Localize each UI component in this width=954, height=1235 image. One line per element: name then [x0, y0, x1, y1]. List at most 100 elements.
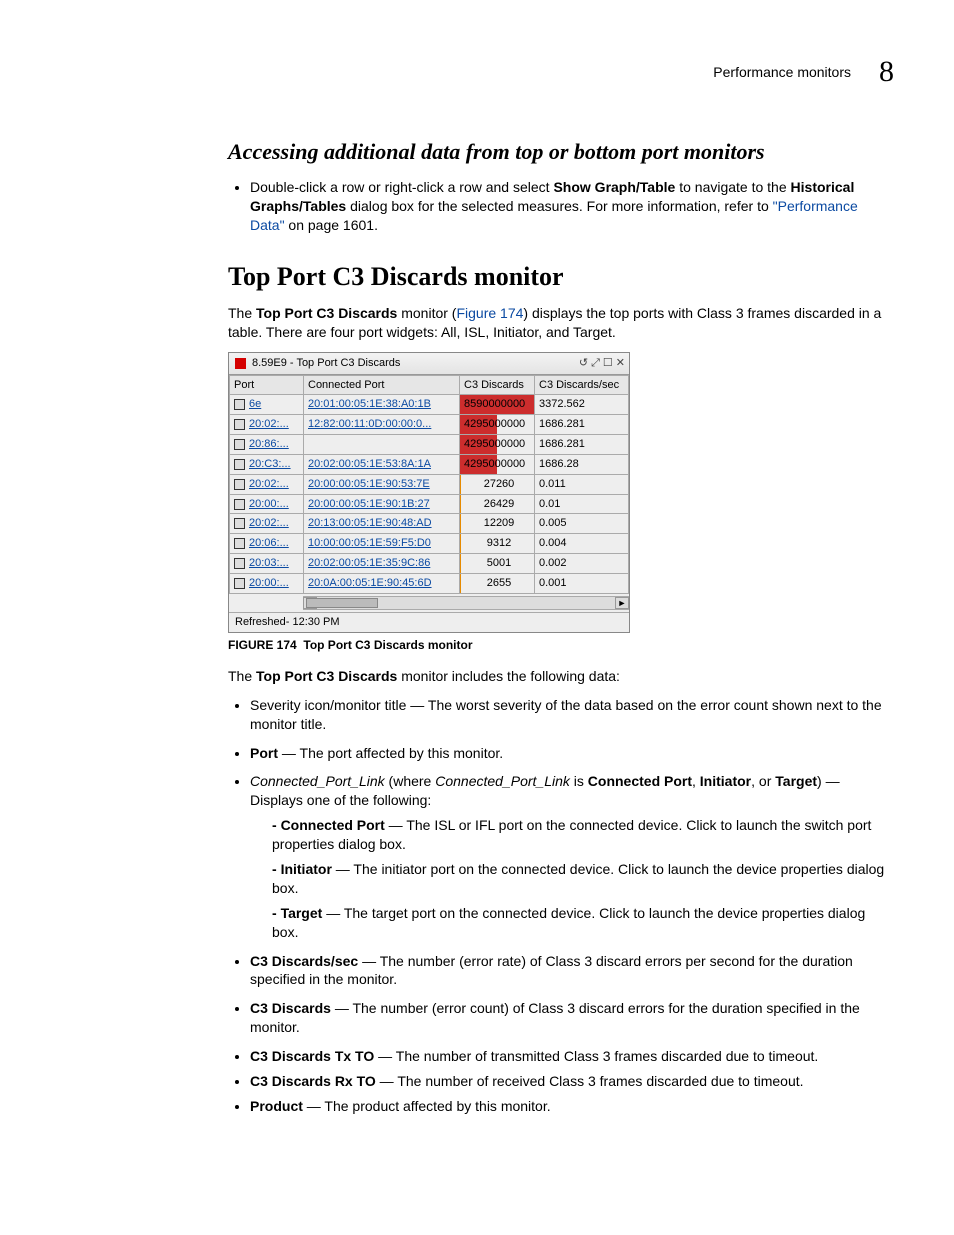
port-link[interactable]: 20:03:...: [249, 556, 289, 571]
text: The: [228, 305, 256, 321]
close-icon[interactable]: ✕: [616, 356, 625, 371]
discards-cell: 26429: [460, 494, 535, 514]
nav-instruction: Double-click a row or right-click a row …: [250, 178, 894, 235]
discards-value: 8590000000: [460, 397, 534, 412]
table-row[interactable]: 20:02:... 20:13:00:05:1E:90:48:AD 122090.0…: [230, 514, 629, 534]
text: dialog box for the selected measures. Fo…: [346, 198, 772, 214]
discards-value: 2655: [460, 576, 534, 591]
table-row[interactable]: 20:86:...42950000001686.281: [230, 435, 629, 455]
port-link[interactable]: 20:06:...: [249, 536, 289, 551]
port-link[interactable]: 20:C3:...: [249, 457, 291, 472]
table-row[interactable]: 6e 20:01:00:05:1E:38:A0:1B 85900000003372.…: [230, 395, 629, 415]
connected-port-link[interactable]: 20:01:00:05:1E:38:A0:1B: [308, 398, 431, 410]
discards-cell: 27260: [460, 474, 535, 494]
running-head: Performance monitors 8: [96, 52, 894, 93]
text: Double-click a row or right-click a row …: [250, 179, 553, 195]
section-heading: Top Port C3 Discards monitor: [228, 259, 894, 294]
desc: — The target port on the connected devic…: [272, 905, 865, 940]
rate-cell: 3372.562: [535, 395, 629, 415]
table-row[interactable]: 20:C3:... 20:02:00:05:1E:53:8A:1A 42950000…: [230, 454, 629, 474]
discards-cell: 4295000000: [460, 454, 535, 474]
connected-port-cell: 20:00:00:05:1E:90:1B:27: [304, 494, 460, 514]
connected-port-cell: 20:00:00:05:1E:90:53:7E: [304, 474, 460, 494]
port-link[interactable]: 20:02:...: [249, 516, 289, 531]
data-item-rxto: C3 Discards Rx TO — The number of receiv…: [250, 1072, 894, 1091]
port-link[interactable]: 20:00:...: [249, 576, 289, 591]
figure-label: FIGURE 174: [228, 638, 297, 652]
widget-toolbar: ↺ ⤢ ☐ ✕: [579, 356, 625, 371]
subitem-target: Target — The target port on the connecte…: [272, 904, 894, 942]
term: Product: [250, 1098, 303, 1114]
connected-port-cell: 10:00:00:05:1E:59:F5:D0: [304, 534, 460, 554]
port-link[interactable]: 6e: [249, 397, 261, 412]
port-icon: [234, 558, 245, 569]
port-cell: 20:C3:...: [230, 454, 304, 474]
table-row[interactable]: 20:03:... 20:02:00:05:1E:35:9C:86 50010.00…: [230, 554, 629, 574]
port-cell: 20:02:...: [230, 415, 304, 435]
connected-port-link[interactable]: 20:02:00:05:1E:53:8A:1A: [308, 458, 431, 470]
connected-port-link[interactable]: 20:00:00:05:1E:90:53:7E: [308, 478, 430, 490]
port-link[interactable]: 20:02:...: [249, 477, 289, 492]
rate-cell: 0.002: [535, 554, 629, 574]
port-cell: 6e: [230, 395, 304, 415]
scroll-thumb[interactable]: [306, 598, 378, 608]
discards-value: 27260: [460, 477, 534, 492]
data-item-txto: C3 Discards Tx TO — The number of transm…: [250, 1047, 894, 1066]
figure-caption: FIGURE 174 Top Port C3 Discards monitor: [228, 637, 894, 653]
data-item-count: C3 Discards — The number (error count) o…: [250, 999, 894, 1037]
refresh-icon[interactable]: ↺: [579, 356, 588, 371]
figure-xref[interactable]: Figure 174: [456, 305, 523, 321]
subsection-heading: Accessing additional data from top or bo…: [228, 137, 894, 167]
port-icon: [234, 479, 245, 490]
table-row[interactable]: 20:02:...12:82:00:11:0D:00:00:0...429500…: [230, 415, 629, 435]
maximize-icon[interactable]: ☐: [603, 356, 613, 371]
desc: — The number of transmitted Class 3 fram…: [374, 1048, 818, 1064]
table-row[interactable]: 20:00:...20:00:00:05:1E:90:1B:27264290.0…: [230, 494, 629, 514]
port-icon: [234, 578, 245, 589]
menu-command: Show Graph/Table: [553, 179, 675, 195]
discards-cell: 2655: [460, 574, 535, 594]
discards-value: 4295000000: [460, 457, 534, 472]
connected-port-link[interactable]: 10:00:00:05:1E:59:F5:D0: [308, 537, 431, 549]
port-link[interactable]: 20:02:...: [249, 417, 289, 432]
col-rate[interactable]: C3 Discards/sec: [535, 375, 629, 395]
rate-cell: 0.004: [535, 534, 629, 554]
term: Connected Port: [281, 817, 385, 833]
term: Initiator: [281, 861, 332, 877]
severity-icon: [235, 358, 246, 369]
table-row[interactable]: 20:06:...10:00:00:05:1E:59:F5:D093120.00…: [230, 534, 629, 554]
connected-port-link[interactable]: 20:0A:00:05:1E:90:45:6D: [308, 577, 432, 589]
list-intro: The Top Port C3 Discards monitor include…: [228, 667, 894, 686]
horizontal-scrollbar[interactable]: ◄ ►: [303, 596, 629, 610]
rate-cell: 0.005: [535, 514, 629, 534]
port-icon: [234, 419, 245, 430]
running-head-text: Performance monitors: [713, 63, 851, 82]
connected-port-link[interactable]: 20:02:00:05:1E:35:9C:86: [308, 557, 430, 569]
refreshed-status: Refreshed- 12:30 PM: [229, 612, 629, 632]
port-link[interactable]: 20:00:...: [249, 497, 289, 512]
subitem-initiator: Initiator — The initiator port on the co…: [272, 860, 894, 898]
discards-cell: 5001: [460, 554, 535, 574]
col-connport[interactable]: Connected Port: [304, 375, 460, 395]
table-row[interactable]: 20:00:...20:0A:00:05:1E:90:45:6D26550.00…: [230, 574, 629, 594]
text: The: [228, 668, 256, 684]
col-port[interactable]: Port: [230, 375, 304, 395]
connected-port-link[interactable]: 12:82:00:11:0D:00:00:0...: [308, 418, 431, 430]
port-link[interactable]: 20:86:...: [249, 437, 289, 452]
connected-port-link[interactable]: 20:00:00:05:1E:90:1B:27: [308, 498, 430, 510]
term: C3 Discards: [250, 1000, 331, 1016]
desc: — The number of received Class 3 frames …: [376, 1073, 804, 1089]
table-row[interactable]: 20:02:...20:00:00:05:1E:90:53:7E272600.0…: [230, 474, 629, 494]
connected-port-cell: 20:02:00:05:1E:35:9C:86: [304, 554, 460, 574]
top-port-widget: 8.59E9 - Top Port C3 Discards ↺ ⤢ ☐ ✕ Po…: [228, 352, 630, 633]
connected-port-cell: 20:02:00:05:1E:53:8A:1A: [304, 454, 460, 474]
col-discards[interactable]: C3 Discards: [460, 375, 535, 395]
expand-icon[interactable]: ⤢: [591, 356, 600, 371]
option: Target: [775, 773, 817, 789]
scroll-right-arrow[interactable]: ►: [615, 597, 629, 609]
discards-cell: 8590000000: [460, 395, 535, 415]
text: monitor includes the following data:: [397, 668, 620, 684]
connected-port-link[interactable]: 20:13:00:05:1E:90:48:AD: [308, 517, 432, 529]
port-cell: 20:02:...: [230, 474, 304, 494]
discards-cell: 12209: [460, 514, 535, 534]
